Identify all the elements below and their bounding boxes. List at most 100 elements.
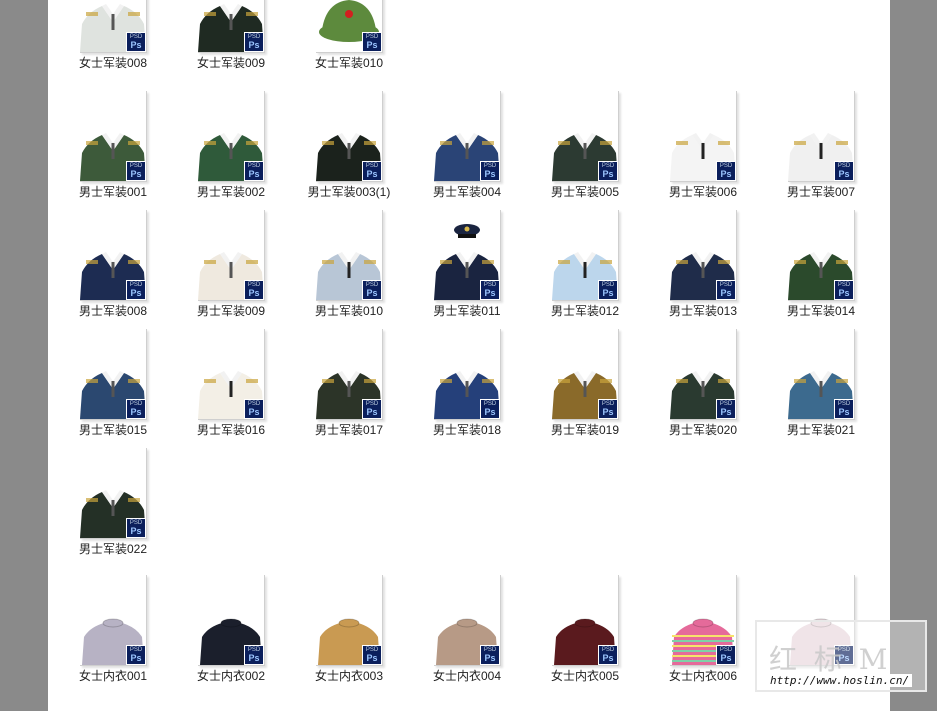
ps-label: Ps (484, 288, 496, 298)
ps-label: Ps (838, 288, 850, 298)
photoshop-file-icon: PSD Ps (362, 32, 382, 52)
file-item[interactable]: PSD Ps 女士内衣005 (520, 575, 638, 687)
file-item[interactable]: PSD Ps 男士军装012 (520, 210, 638, 322)
ps-label: Ps (602, 169, 614, 179)
psd-thumbnail: PSD Ps (198, 575, 265, 666)
file-item[interactable]: PSD Ps 男士军装019 (520, 329, 638, 441)
file-item[interactable]: PSD Ps 男士军装017 (284, 329, 402, 441)
file-name: 女士军装009 (196, 56, 266, 70)
psd-thumbnail: PSD Ps (316, 91, 383, 182)
file-item[interactable]: PSD Ps 男士军装003(1) (284, 91, 402, 203)
file-name: 女士内衣005 (550, 669, 620, 683)
psd-thumbnail: PSD Ps (670, 210, 737, 301)
file-item[interactable]: PSD Ps 女士军装010 (284, 0, 402, 74)
photoshop-file-icon: PSD Ps (716, 645, 736, 665)
file-name: 女士内衣003 (314, 669, 384, 683)
file-item[interactable]: PSD Ps 男士军装016 (166, 329, 284, 441)
photoshop-file-icon: PSD Ps (362, 161, 382, 181)
file-name: 男士军装021 (786, 423, 856, 437)
file-item[interactable]: PSD Ps 男士军装001 (48, 91, 166, 203)
file-item[interactable]: PSD Ps 男士军装005 (520, 91, 638, 203)
file-item[interactable]: PSD Ps 男士军装014 (756, 210, 874, 322)
file-item[interactable]: PSD Ps 男士军装022 (48, 448, 166, 560)
psd-thumbnail: PSD Ps (670, 575, 737, 666)
file-name: 男士军装022 (78, 542, 148, 556)
ps-label: Ps (130, 288, 142, 298)
psd-thumbnail: PSD Ps (670, 91, 737, 182)
file-name: 男士军装003(1) (307, 185, 391, 199)
ps-label: Ps (484, 169, 496, 179)
ps-label: Ps (130, 653, 142, 663)
ps-label: Ps (130, 407, 142, 417)
photoshop-file-icon: PSD Ps (598, 399, 618, 419)
file-item[interactable]: PSD Ps 女士内衣003 (284, 575, 402, 687)
file-item[interactable]: PSD Ps 女士内衣006 (638, 575, 756, 687)
file-name: 男士军装001 (78, 185, 148, 199)
file-item[interactable]: PSD Ps 女士内衣002 (166, 575, 284, 687)
file-item[interactable]: PSD Ps 女士内衣001 (48, 575, 166, 687)
ps-label: Ps (130, 526, 142, 536)
file-name: 男士军装002 (196, 185, 266, 199)
ps-label: Ps (366, 40, 378, 50)
ps-label: Ps (720, 169, 732, 179)
photoshop-file-icon: PSD Ps (480, 280, 500, 300)
ps-label: Ps (366, 653, 378, 663)
file-item[interactable]: PSD Ps 男士军装013 (638, 210, 756, 322)
ps-label: Ps (484, 653, 496, 663)
psd-thumbnail: PSD Ps (198, 91, 265, 182)
photoshop-file-icon: PSD Ps (598, 645, 618, 665)
file-list-pane: PSD Ps 女士军装008 PSD Ps 女士军装009 PSD Ps 女士军装010 PSD P… (48, 0, 890, 711)
file-item[interactable]: PSD Ps 男士军装009 (166, 210, 284, 322)
photoshop-file-icon: PSD Ps (362, 399, 382, 419)
file-item[interactable]: PSD Ps 男士军装011 (402, 210, 520, 322)
file-item[interactable]: PSD Ps 男士军装010 (284, 210, 402, 322)
file-item[interactable]: PSD Ps 男士军装018 (402, 329, 520, 441)
ps-label: Ps (366, 407, 378, 417)
file-item[interactable]: PSD Ps 男士军装002 (166, 91, 284, 203)
photoshop-file-icon: PSD Ps (480, 399, 500, 419)
psd-thumbnail: PSD Ps (80, 575, 147, 666)
psd-thumbnail: PSD Ps (552, 91, 619, 182)
file-item[interactable]: PSD Ps 女士军装009 (166, 0, 284, 74)
file-name: 男士军装012 (550, 304, 620, 318)
ps-label: Ps (366, 288, 378, 298)
file-item[interactable]: PSD Ps 男士军装021 (756, 329, 874, 441)
file-item[interactable]: PSD Ps 男士军装004 (402, 91, 520, 203)
photoshop-file-icon: PSD Ps (244, 645, 264, 665)
file-name: 女士军装010 (314, 56, 384, 70)
watermark-logo: 红 标 M (769, 643, 892, 676)
file-item[interactable]: PSD Ps 女士军装008 (48, 0, 166, 74)
psd-thumbnail: PSD Ps (552, 329, 619, 420)
file-item[interactable]: PSD Ps 男士军装007 (756, 91, 874, 203)
ps-label: Ps (602, 407, 614, 417)
file-item[interactable]: PSD Ps 男士军装015 (48, 329, 166, 441)
file-name: 男士军装018 (432, 423, 502, 437)
file-item[interactable]: PSD Ps 男士军装008 (48, 210, 166, 322)
file-name: 女士内衣006 (668, 669, 738, 683)
ps-label: Ps (602, 653, 614, 663)
psd-thumbnail: PSD Ps (316, 575, 383, 666)
photoshop-file-icon: PSD Ps (244, 399, 264, 419)
ps-label: Ps (602, 288, 614, 298)
file-name: 女士内衣001 (78, 669, 148, 683)
watermark: 红 标 M http://www.hoslin.cn/ (755, 620, 927, 692)
ps-label: Ps (838, 407, 850, 417)
ps-label: Ps (248, 169, 260, 179)
photoshop-file-icon: PSD Ps (362, 280, 382, 300)
photoshop-file-icon: PSD Ps (126, 399, 146, 419)
psd-thumbnail: PSD Ps (198, 0, 265, 53)
file-item[interactable]: PSD Ps 男士军装006 (638, 91, 756, 203)
photoshop-file-icon: PSD Ps (598, 280, 618, 300)
photoshop-file-icon: PSD Ps (834, 280, 854, 300)
psd-thumbnail: PSD Ps (788, 329, 855, 420)
psd-thumbnail: PSD Ps (316, 210, 383, 301)
photoshop-file-icon: PSD Ps (598, 161, 618, 181)
file-item[interactable]: PSD Ps 男士军装020 (638, 329, 756, 441)
file-name: 女士军装008 (78, 56, 148, 70)
file-item[interactable]: PSD Ps 女士内衣004 (402, 575, 520, 687)
photoshop-file-icon: PSD Ps (126, 161, 146, 181)
psd-thumbnail: PSD Ps (80, 91, 147, 182)
file-name: 男士军装011 (433, 304, 501, 318)
file-name: 男士军装016 (196, 423, 266, 437)
photoshop-file-icon: PSD Ps (126, 518, 146, 538)
